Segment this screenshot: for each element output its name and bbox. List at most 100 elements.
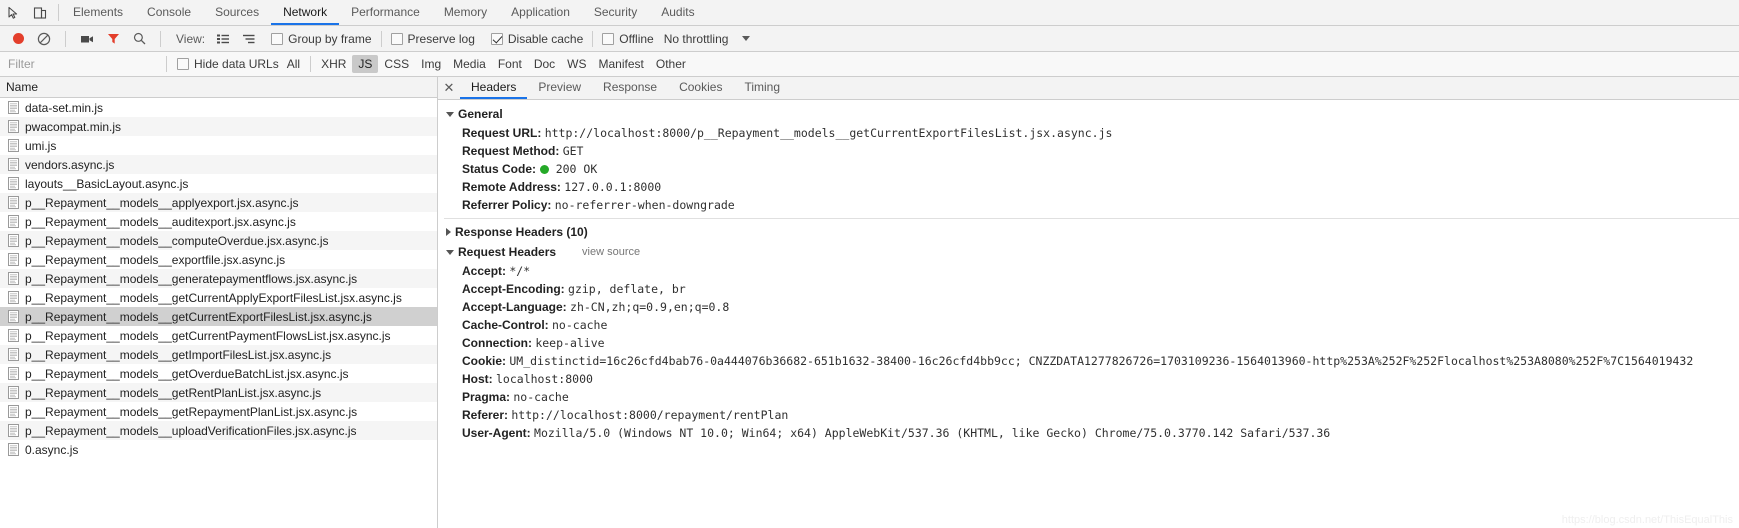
tab-audits[interactable]: Audits xyxy=(649,0,706,25)
table-row[interactable]: p__Repayment__models__uploadVerification… xyxy=(0,421,437,440)
table-row[interactable]: p__Repayment__models__getOverdueBatchLis… xyxy=(0,364,437,383)
offline-checkbox[interactable]: Offline xyxy=(602,32,654,46)
js-file-icon xyxy=(8,120,19,133)
device-toolbar-icon[interactable] xyxy=(30,3,50,23)
request-method-value: GET xyxy=(562,144,584,158)
preserve-log-checkbox[interactable]: Preserve log xyxy=(390,32,475,46)
type-filter-ws[interactable]: WS xyxy=(561,55,592,73)
tab-performance[interactable]: Performance xyxy=(339,0,432,25)
js-file-icon xyxy=(8,158,19,171)
list-view-icon[interactable] xyxy=(211,28,235,50)
type-filter-css[interactable]: CSS xyxy=(378,55,415,73)
table-row[interactable]: p__Repayment__models__generatepaymentflo… xyxy=(0,269,437,288)
table-row[interactable]: layouts__BasicLayout.async.js xyxy=(0,174,437,193)
table-row[interactable]: p__Repayment__models__getCurrentExportFi… xyxy=(0,307,437,326)
request-header-row: Referer: http://localhost:8000/repayment… xyxy=(438,406,1739,424)
tab-console[interactable]: Console xyxy=(135,0,203,25)
header-value: Mozilla/5.0 (Windows NT 10.0; Win64; x64… xyxy=(534,426,1331,440)
tab-sources[interactable]: Sources xyxy=(203,0,271,25)
remote-address-key: Remote Address: xyxy=(462,180,561,194)
tab-label: Audits xyxy=(661,4,695,19)
funnel-icon xyxy=(107,34,119,44)
record-button[interactable] xyxy=(6,28,30,50)
header-value: http://localhost:8000/repayment/rentPlan xyxy=(511,408,789,422)
group-by-frame-checkbox[interactable]: Group by frame xyxy=(271,32,372,46)
detail-tab-preview[interactable]: Preview xyxy=(527,77,592,99)
tab-memory[interactable]: Memory xyxy=(432,0,499,25)
type-filter-img[interactable]: Img xyxy=(415,55,447,73)
table-row[interactable]: pwacompat.min.js xyxy=(0,117,437,136)
type-filter-all[interactable]: All xyxy=(281,55,306,73)
js-file-icon xyxy=(8,443,19,456)
clear-button[interactable] xyxy=(32,28,56,50)
detail-tab-response[interactable]: Response xyxy=(592,77,668,99)
table-row[interactable]: p__Repayment__models__getRepaymentPlanLi… xyxy=(0,402,437,421)
response-headers-section-header[interactable]: Response Headers (10) xyxy=(438,222,1739,242)
header-key: Connection: xyxy=(462,336,536,350)
header-value: keep-alive xyxy=(535,336,605,350)
table-row[interactable]: p__Repayment__models__computeOverdue.jsx… xyxy=(0,231,437,250)
search-button[interactable] xyxy=(127,28,151,50)
table-row[interactable]: p__Repayment__models__applyexport.jsx.as… xyxy=(0,193,437,212)
detail-tab-cookies[interactable]: Cookies xyxy=(668,77,733,99)
throttling-select-value[interactable]: No throttling xyxy=(664,32,729,46)
general-request-url-row: Request URL: http://localhost:8000/p__Re… xyxy=(438,124,1739,142)
request-header-row: Accept-Language: zh-CN,zh;q=0.9,en;q=0.8 xyxy=(438,298,1739,316)
js-file-icon xyxy=(8,234,19,247)
detail-tab-timing[interactable]: Timing xyxy=(733,77,791,99)
js-file-icon xyxy=(8,386,19,399)
capture-screenshots-button[interactable] xyxy=(75,28,99,50)
table-row[interactable]: p__Repayment__models__getCurrentApplyExp… xyxy=(0,288,437,307)
tab-elements[interactable]: Elements xyxy=(61,0,135,25)
tab-label: Application xyxy=(511,4,570,19)
disable-cache-label: Disable cache xyxy=(507,31,584,46)
table-row[interactable]: 0.async.js xyxy=(0,440,437,459)
tab-security[interactable]: Security xyxy=(582,0,649,25)
request-name: p__Repayment__models__getCurrentPaymentF… xyxy=(25,328,391,343)
table-row[interactable]: p__Repayment__models__auditexport.jsx.as… xyxy=(0,212,437,231)
tab-application[interactable]: Application xyxy=(499,0,582,25)
resource-type-filters: All XHR JS CSS Img Media Font Doc WS Man… xyxy=(281,55,692,73)
close-icon[interactable]: ✕ xyxy=(438,77,460,99)
search-icon xyxy=(133,32,145,45)
disable-cache-checkbox[interactable]: Disable cache xyxy=(490,31,584,46)
tab-network[interactable]: Network xyxy=(271,0,340,25)
general-referrer-policy-row: Referrer Policy: no-referrer-when-downgr… xyxy=(438,196,1739,214)
inspect-element-icon[interactable] xyxy=(4,3,24,23)
checkbox-box xyxy=(271,32,284,45)
waterfall-view-icon[interactable] xyxy=(237,28,261,50)
request-name: 0.async.js xyxy=(25,442,79,457)
type-filter-xhr[interactable]: XHR xyxy=(315,55,352,73)
type-filter-js[interactable]: JS xyxy=(352,55,379,73)
checkbox-box xyxy=(390,32,403,45)
table-row[interactable]: p__Repayment__models__exportfile.jsx.asy… xyxy=(0,250,437,269)
type-filter-doc[interactable]: Doc xyxy=(528,55,561,73)
table-row[interactable]: p__Repayment__models__getRentPlanList.js… xyxy=(0,383,437,402)
table-row[interactable]: data-set.min.js xyxy=(0,98,437,117)
table-row[interactable]: vendors.async.js xyxy=(0,155,437,174)
chevron-down-icon[interactable] xyxy=(742,36,751,41)
column-header-name[interactable]: Name xyxy=(0,77,437,98)
general-section-header[interactable]: General xyxy=(438,104,1739,124)
type-filter-manifest[interactable]: Manifest xyxy=(593,55,650,73)
type-filter-media[interactable]: Media xyxy=(447,55,492,73)
filter-input[interactable] xyxy=(6,55,156,73)
table-row[interactable]: p__Repayment__models__getCurrentPaymentF… xyxy=(0,326,437,345)
detail-tab-headers[interactable]: Headers xyxy=(460,77,528,99)
referrer-policy-value: no-referrer-when-downgrade xyxy=(554,198,735,212)
view-source-link[interactable]: view source xyxy=(582,246,640,258)
filter-button[interactable] xyxy=(101,28,125,50)
type-filter-font[interactable]: Font xyxy=(492,55,528,73)
table-row[interactable]: p__Repayment__models__getImportFilesList… xyxy=(0,345,437,364)
request-name: p__Repayment__models__auditexport.jsx.as… xyxy=(25,214,296,229)
request-name: p__Repayment__models__applyexport.jsx.as… xyxy=(25,195,299,210)
type-filter-other[interactable]: Other xyxy=(650,55,692,73)
js-file-icon xyxy=(8,139,19,152)
hide-data-urls-checkbox[interactable]: Hide data URLs xyxy=(177,57,279,71)
js-file-icon xyxy=(8,405,19,418)
table-row[interactable]: umi.js xyxy=(0,136,437,155)
request-header-row: Accept-Encoding: gzip, deflate, br xyxy=(438,280,1739,298)
filter-bar: Hide data URLs All XHR JS CSS Img Media … xyxy=(0,52,1739,77)
request-name: p__Repayment__models__getCurrentApplyExp… xyxy=(25,290,402,305)
request-headers-section-header[interactable]: Request Headers view source xyxy=(438,242,1739,262)
